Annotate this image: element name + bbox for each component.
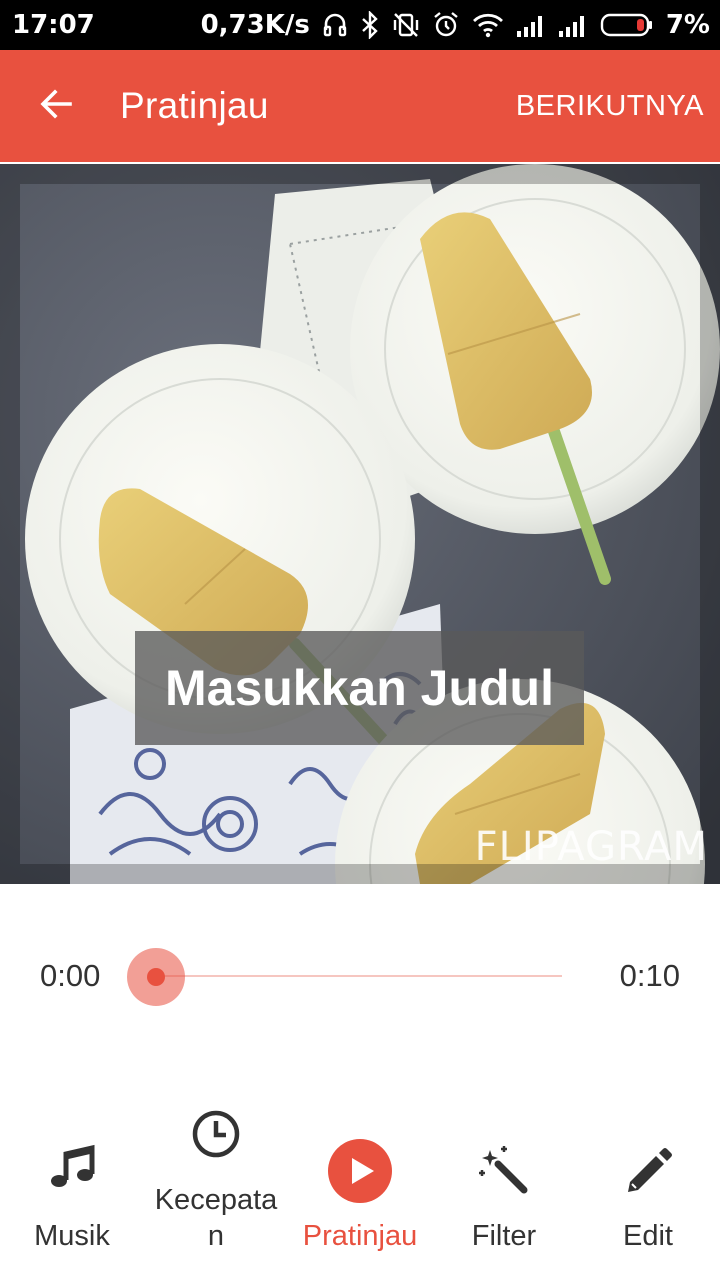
title-placeholder: Masukkan Judul	[165, 660, 554, 716]
nav-label-pratinjau: Pratinjau	[302, 1220, 418, 1252]
signal-icon	[516, 12, 546, 38]
status-time: 17:07	[12, 10, 95, 40]
nav-filter[interactable]: Filter	[432, 1100, 576, 1280]
vibrate-off-icon	[392, 11, 420, 39]
alarm-icon	[432, 11, 460, 39]
nav-label-edit: Edit	[623, 1220, 673, 1252]
current-time: 0:00	[40, 958, 101, 993]
seek-thumb-dot	[147, 968, 165, 986]
status-bar: 17:07 0,73K/s 7%	[0, 0, 720, 50]
nav-pratinjau[interactable]: Pratinjau	[288, 1100, 432, 1280]
bluetooth-icon	[360, 11, 380, 39]
network-speed: 0,73K/s	[200, 10, 310, 40]
battery-icon	[600, 12, 654, 38]
music-note-icon	[48, 1144, 96, 1196]
app-screen: 17:07 0,73K/s 7% Pratinjau BERIKUTNYA Ma…	[0, 0, 720, 1280]
headset-icon	[322, 12, 348, 38]
clock-icon	[190, 1108, 242, 1164]
pencil-icon	[622, 1144, 674, 1200]
status-icons: 0,73K/s 7%	[201, 10, 710, 40]
battery-percent: 7%	[665, 10, 710, 40]
preview-image[interactable]: Masukkan Judul FLIPAGRAM	[0, 164, 720, 884]
wifi-icon	[472, 12, 504, 38]
playback-seekbar: 0:00 0:10	[0, 940, 720, 1014]
title-input[interactable]: Masukkan Judul	[135, 631, 584, 745]
seek-thumb[interactable]	[127, 948, 185, 1006]
nav-edit[interactable]: Edit	[576, 1100, 720, 1280]
nav-label-kecepatan: Kecepata n	[154, 1184, 278, 1252]
nav-musik[interactable]: Musik	[0, 1100, 144, 1280]
nav-label-musik: Musik	[34, 1220, 110, 1252]
signal-icon	[558, 12, 588, 38]
flipagram-watermark: FLIPAGRAM	[474, 824, 708, 870]
magic-wand-icon	[478, 1144, 530, 1200]
nav-label-filter: Filter	[471, 1220, 537, 1252]
seek-track[interactable]	[156, 975, 562, 977]
duration-time: 0:10	[619, 958, 680, 993]
preview-photo	[0, 164, 720, 884]
back-button[interactable]	[24, 74, 88, 138]
arrow-back-icon	[38, 86, 74, 126]
bottom-nav: Musik Kecepata n Pratinjau Filter Edit	[0, 1100, 720, 1280]
toolbar: Pratinjau BERIKUTNYA	[0, 50, 720, 162]
nav-kecepatan[interactable]: Kecepata n	[144, 1100, 288, 1280]
next-button[interactable]: BERIKUTNYA	[516, 90, 704, 123]
play-circle-icon	[327, 1138, 393, 1208]
page-title: Pratinjau	[120, 85, 269, 126]
